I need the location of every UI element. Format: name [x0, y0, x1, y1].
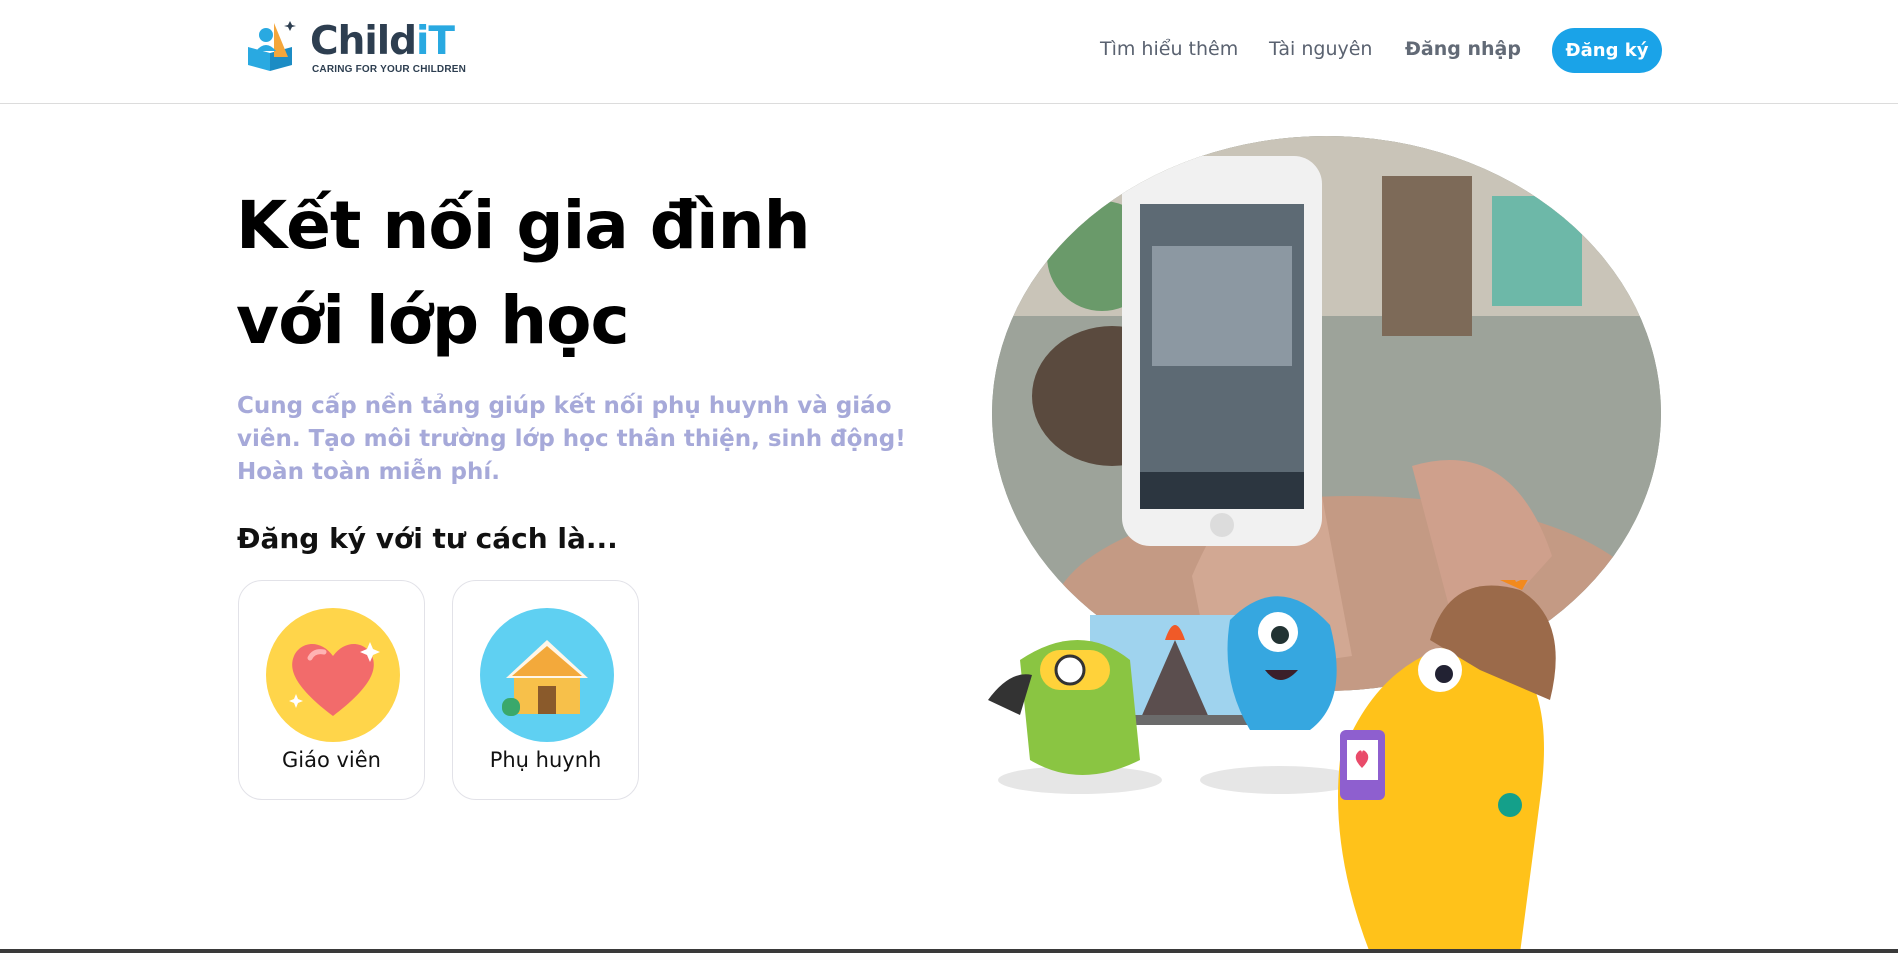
- reading-child-logo-icon: [248, 21, 296, 71]
- hero-title-line-2: với lớp học: [236, 282, 630, 359]
- brand-tagline: CARING FOR YOUR CHILDREN: [312, 64, 467, 75]
- brand-name-main: Child: [310, 19, 417, 64]
- nav-login-link[interactable]: Đăng nhập: [1405, 38, 1521, 60]
- heart-icon: [289, 642, 380, 716]
- site-header: ChildiT CARING FOR YOUR CHILDREN Tìm hiể…: [0, 0, 1898, 104]
- hero-title: Kết nối gia đình với lớp học: [236, 178, 936, 368]
- hero-subtitle: Cung cấp nền tảng giúp kết nối phụ huynh…: [237, 393, 906, 485]
- brand-logo[interactable]: ChildiT CARING FOR YOUR CHILDREN: [244, 17, 467, 79]
- role-card-parent[interactable]: Phụ huynh: [452, 580, 639, 800]
- brand-name-accent: iT: [416, 19, 455, 64]
- mascot-illustration: [988, 580, 1556, 953]
- role-heading: Đăng ký với tư cách là...: [237, 522, 618, 555]
- house-icon: [502, 640, 588, 716]
- teacher-icon-circle: [266, 608, 400, 742]
- bottom-divider: [0, 949, 1898, 953]
- nav-resources-link[interactable]: Tài nguyên: [1269, 38, 1372, 60]
- role-label-parent: Phụ huynh: [489, 748, 602, 772]
- brand-name: ChildiT: [310, 19, 455, 64]
- parent-icon-circle: [480, 608, 614, 742]
- role-card-teacher[interactable]: Giáo viên: [238, 580, 425, 800]
- role-label-teacher: Giáo viên: [282, 748, 381, 772]
- hero-title-line-1: Kết nối gia đình: [236, 187, 811, 264]
- nav-learn-more-link[interactable]: Tìm hiểu thêm: [1100, 38, 1238, 60]
- signup-button[interactable]: Đăng ký: [1552, 28, 1662, 73]
